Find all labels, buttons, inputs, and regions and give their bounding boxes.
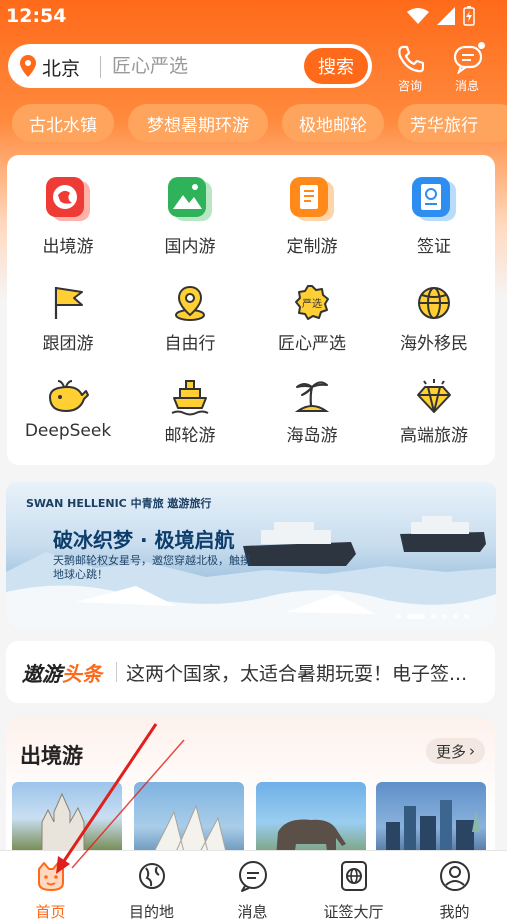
banner-pagination xyxy=(396,614,469,619)
news-brand: 遨游头条 xyxy=(22,662,102,686)
phone-icon xyxy=(398,45,424,73)
chat-icon xyxy=(239,861,267,892)
battery-icon xyxy=(463,6,475,26)
tab-home[interactable]: 首页 xyxy=(0,851,101,921)
hot-tag[interactable]: 梦想暑期环游 xyxy=(128,104,268,142)
banner-subtitle: 天鹅邮轮权女星号，邀您穿越北极，触摸地球心跳！ xyxy=(53,554,251,581)
tab-label: 首页 xyxy=(35,903,66,921)
category-label: 海外移民 xyxy=(400,334,468,354)
category-label: 跟团游 xyxy=(42,334,94,354)
cruise-ship-icon xyxy=(171,380,209,416)
pagination-dot xyxy=(464,614,469,619)
unread-dot xyxy=(478,42,485,49)
tab-label: 我的 xyxy=(439,903,470,921)
map-pin-icon xyxy=(175,285,205,321)
cellular-signal-icon xyxy=(437,7,455,25)
hot-tag[interactable]: 芳华旅行 xyxy=(398,104,507,142)
location-pin-icon[interactable] xyxy=(20,55,36,77)
news-ticker[interactable]: 遨游头条 这两个国家，太适合暑期玩耍！电子签... xyxy=(6,641,495,703)
category-label: 匠心严选 xyxy=(278,334,346,354)
bottom-tabbar: 首页 目的地 消息 证签大厅 我的 xyxy=(0,850,507,921)
home-face-icon xyxy=(38,862,64,891)
whale-icon xyxy=(49,380,89,412)
banner-title: 破冰织梦 · 极境启航 xyxy=(53,528,235,552)
category-label: 出境游 xyxy=(42,237,94,257)
profile-icon xyxy=(440,861,470,891)
search-box: 北京 搜索 xyxy=(8,44,372,88)
status-icons xyxy=(407,6,475,26)
category-label: 高端旅游 xyxy=(400,426,468,446)
domestic-mountain-icon xyxy=(168,177,212,221)
city-selector[interactable]: 北京 xyxy=(42,54,80,81)
section-title: 出境游 xyxy=(20,744,83,768)
outbound-globe-icon xyxy=(46,177,90,221)
message-label: 消息 xyxy=(454,79,479,93)
search-button[interactable]: 搜索 xyxy=(304,48,368,84)
pagination-dot xyxy=(453,614,458,619)
diamond-icon xyxy=(417,379,451,413)
category-grid: 出境游 国内游 定制游 签证 跟团游 自由行 严选 匠心严选 海外移民 Deep… xyxy=(7,155,495,465)
hot-tags: 古北水镇 梦想暑期环游 极地邮轮 芳华旅行 xyxy=(0,104,507,144)
custom-doc-icon xyxy=(290,177,334,221)
tab-destination[interactable]: 目的地 xyxy=(101,851,202,921)
world-icon xyxy=(418,287,450,319)
chevron-right-icon: › xyxy=(469,742,475,760)
search-divider xyxy=(100,56,101,78)
hot-tag[interactable]: 极地邮轮 xyxy=(282,104,384,142)
consult-button[interactable]: 咨询 xyxy=(388,42,432,93)
palm-island-icon xyxy=(294,381,330,412)
tab-label: 消息 xyxy=(237,903,268,921)
search-row: 北京 搜索 咨询 消息 xyxy=(8,42,500,93)
tab-visa-hall[interactable]: 证签大厅 xyxy=(303,851,404,921)
pagination-dot-active xyxy=(407,614,425,619)
search-input[interactable] xyxy=(112,52,292,80)
quality-badge-icon: 严选 xyxy=(295,285,329,320)
consult-label: 咨询 xyxy=(397,79,422,93)
more-button[interactable]: 更多 › xyxy=(425,738,485,764)
hot-tag[interactable]: 古北水镇 xyxy=(12,104,114,142)
pagination-dot xyxy=(431,614,436,619)
category-label: 自由行 xyxy=(164,334,216,354)
tab-messages[interactable]: 消息 xyxy=(202,851,303,921)
outbound-section: 出境游 更多 › xyxy=(6,718,495,872)
category-label: DeepSeek xyxy=(24,421,112,441)
wifi-icon xyxy=(407,8,429,24)
visa-passport-icon xyxy=(412,177,456,221)
message-button[interactable]: 消息 xyxy=(445,42,489,93)
news-headline[interactable]: 这两个国家，太适合暑期玩耍！电子签... xyxy=(126,659,486,686)
pagination-dot xyxy=(442,614,447,619)
category-label: 国内游 xyxy=(164,237,216,257)
tab-profile[interactable]: 我的 xyxy=(404,851,505,921)
message-icon xyxy=(453,45,483,74)
visa-hall-icon xyxy=(341,861,367,891)
flag-icon xyxy=(54,287,83,319)
tab-label: 证签大厅 xyxy=(323,903,384,921)
pagination-dot xyxy=(396,614,401,619)
tab-label: 目的地 xyxy=(128,903,174,921)
planet-icon xyxy=(139,863,165,889)
promo-banner[interactable]: SWAN HELLENIC 中青旅 遨游旅行 破冰织梦 · 极境启航 天鹅邮轮权… xyxy=(6,482,496,627)
svg-text:严选: 严选 xyxy=(302,297,322,310)
category-label: 定制游 xyxy=(286,237,338,257)
category-label: 签证 xyxy=(417,237,451,257)
status-time: 12:54 xyxy=(6,5,67,27)
category-label: 海岛游 xyxy=(286,426,338,446)
status-bar: 12:54 xyxy=(0,0,507,34)
news-divider xyxy=(116,662,117,682)
category-label: 邮轮游 xyxy=(164,426,216,446)
banner-brands: SWAN HELLENIC 中青旅 遨游旅行 xyxy=(26,497,212,510)
